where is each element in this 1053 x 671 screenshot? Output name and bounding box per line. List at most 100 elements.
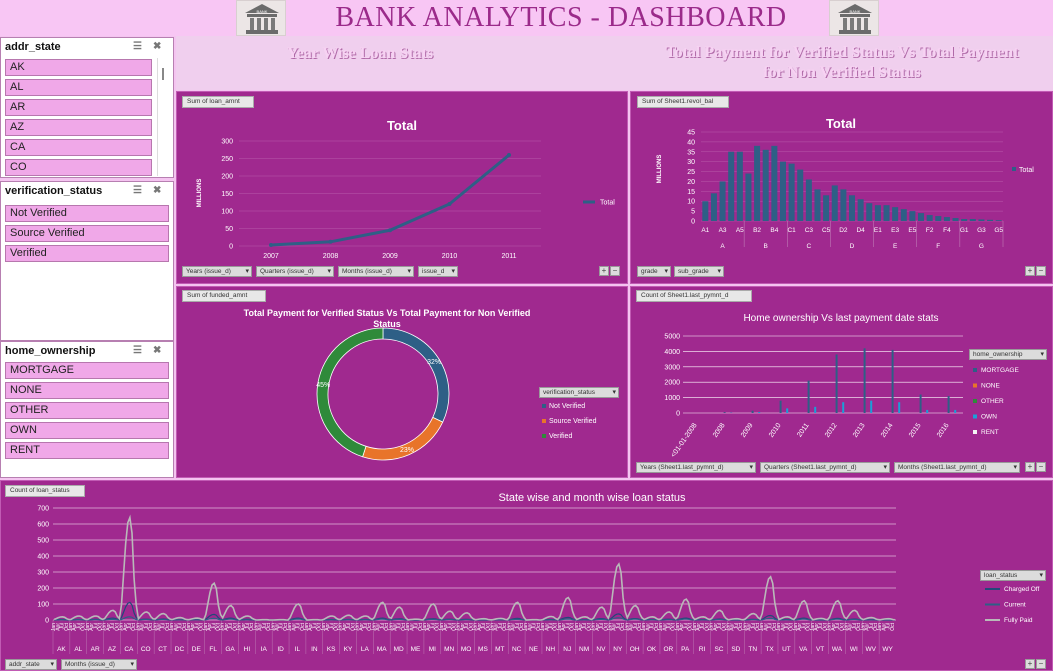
legend-label: Verified (549, 433, 572, 440)
tick-label-state: FL (209, 646, 217, 653)
filter-button[interactable]: home_ownership (969, 349, 1047, 360)
bar (788, 163, 795, 221)
bar (779, 400, 782, 413)
subtitle-verified-payment: Total Payment for Verified Status Vs Tot… (665, 44, 1019, 81)
slicer-item[interactable]: OWN (5, 422, 169, 439)
clear-filter-icon[interactable]: ✖ (153, 345, 167, 357)
bar (952, 218, 959, 221)
tick-label-state: NJ (563, 646, 571, 653)
tick-label-state: ME (411, 646, 421, 653)
slicer-header: addr_state ☰ ✖ (1, 38, 173, 56)
tick-label-state: AR (91, 646, 100, 653)
slicer-item[interactable]: Verified (5, 245, 169, 262)
filter-button[interactable]: Years (Sheet1.last_pymnt_d) (636, 462, 756, 473)
clear-filter-icon[interactable]: ✖ (153, 41, 167, 53)
tick-label-x: C3 (805, 227, 814, 234)
slicer-addr-state[interactable]: addr_state ☰ ✖ AK AL AR AZ CA CO (0, 37, 174, 178)
filter-button[interactable]: Quarters (issue_d) (256, 266, 334, 277)
chart-title: Total (387, 118, 417, 133)
tick-label-state: IN (311, 646, 318, 653)
slicer-item[interactable]: Source Verified (5, 225, 169, 242)
tick-label-y: 5000 (664, 334, 680, 341)
bar (892, 207, 899, 221)
slicer-scrollbar[interactable] (157, 58, 169, 176)
slicer-item[interactable]: RENT (5, 442, 169, 459)
filter-button[interactable]: Months (issue_d) (338, 266, 414, 277)
bar (918, 213, 925, 221)
tick-label-state: ID (277, 646, 284, 653)
slicer-verification-status[interactable]: verification_status ☰ ✖ Not Verified Sou… (0, 181, 174, 341)
page-title: BANK ANALYTICS - DASHBOARD (335, 2, 787, 33)
bar (943, 217, 950, 221)
tick-label-y: 50 (225, 226, 233, 233)
filter-button[interactable]: loan_status (980, 570, 1046, 581)
tick-label-state: UT (782, 646, 791, 653)
slicer-item[interactable]: AK (5, 59, 152, 76)
slicer-item[interactable]: NONE (5, 382, 169, 399)
bar (969, 219, 976, 221)
bar (978, 219, 985, 221)
tick-label-state: CO (141, 646, 151, 653)
expand-button[interactable]: + (599, 266, 609, 276)
filter-button[interactable]: sub_grade (674, 266, 724, 277)
tick-label-state: WV (865, 646, 876, 653)
tick-label-state: CT (158, 646, 167, 653)
slicer-item[interactable]: CO (5, 159, 152, 176)
data-point (328, 239, 333, 244)
slicer-item[interactable]: AL (5, 79, 152, 96)
filter-button[interactable]: issue_d (418, 266, 458, 277)
bar (866, 203, 873, 221)
expand-button[interactable]: + (1025, 659, 1035, 669)
filter-button[interactable]: verification_status (539, 387, 619, 398)
slicer-home-ownership[interactable]: home_ownership ☰ ✖ MORTGAGE NONE OTHER O… (0, 341, 174, 478)
filter-button[interactable]: addr_state (5, 659, 57, 670)
tick-label-state: MT (495, 646, 504, 653)
bank-logo-right: BANK (829, 0, 879, 36)
collapse-button[interactable]: − (1036, 462, 1046, 472)
tick-label-state: KS (327, 646, 336, 653)
tick-label-y: 40 (687, 139, 695, 146)
bar (814, 189, 821, 221)
subtitle-year-wise: Year Wise Loan Stats (286, 45, 434, 62)
tick-label-y: 200 (221, 174, 233, 181)
slicer-item[interactable]: CA (5, 139, 152, 156)
bank-building-icon: BANK (245, 4, 279, 34)
collapse-button[interactable]: − (1036, 266, 1046, 276)
filter-button[interactable]: Months (issue_d) (61, 659, 137, 670)
collapse-button[interactable]: − (610, 266, 620, 276)
tick-label-y: 1000 (664, 395, 680, 402)
axis-label-y: MILLIONS (657, 155, 663, 184)
filter-button[interactable]: Quarters (Sheet1.last_pymnt_d) (760, 462, 890, 473)
tick-label-state: KY (344, 646, 353, 653)
filter-button[interactable]: grade (637, 266, 671, 277)
legend-label: RENT (981, 429, 999, 436)
bank-logo-left: BANK (236, 0, 286, 36)
tick-label-y: 300 (221, 139, 233, 146)
filter-button[interactable]: Months (Sheet1.last_pymnt_d) (894, 462, 1020, 473)
tick-label-y: 35 (687, 149, 695, 156)
bar (719, 181, 726, 221)
tick-label-x: G3 (977, 227, 986, 234)
multi-select-icon[interactable]: ☰ (133, 41, 147, 53)
filter-button[interactable]: Years (issue_d) (182, 266, 252, 277)
multi-select-icon[interactable]: ☰ (133, 345, 147, 357)
slicer-item[interactable]: AR (5, 99, 152, 116)
tick-label-state: DC (175, 646, 185, 653)
bar (786, 408, 789, 413)
slicer-item[interactable]: MORTGAGE (5, 362, 169, 379)
multi-select-icon[interactable]: ☰ (133, 185, 147, 197)
collapse-button[interactable]: − (1036, 659, 1046, 669)
slicer-item[interactable]: AZ (5, 119, 152, 136)
slicer-item[interactable]: OTHER (5, 402, 169, 419)
expand-button[interactable]: + (1025, 462, 1035, 472)
group-label: G (979, 243, 984, 250)
expand-button[interactable]: + (1025, 266, 1035, 276)
legend-swatch (973, 383, 977, 388)
tick-label-x: G5 (994, 227, 1003, 234)
loan-amount-line-chart: Total MILLIONS 0 50 100 150 200 250 300 2007 2008 2… (197, 118, 615, 260)
clear-filter-icon[interactable]: ✖ (153, 185, 167, 197)
slicer-item[interactable]: Not Verified (5, 205, 169, 222)
legend-swatch (973, 414, 977, 419)
bar (823, 195, 830, 221)
bar (754, 145, 761, 221)
